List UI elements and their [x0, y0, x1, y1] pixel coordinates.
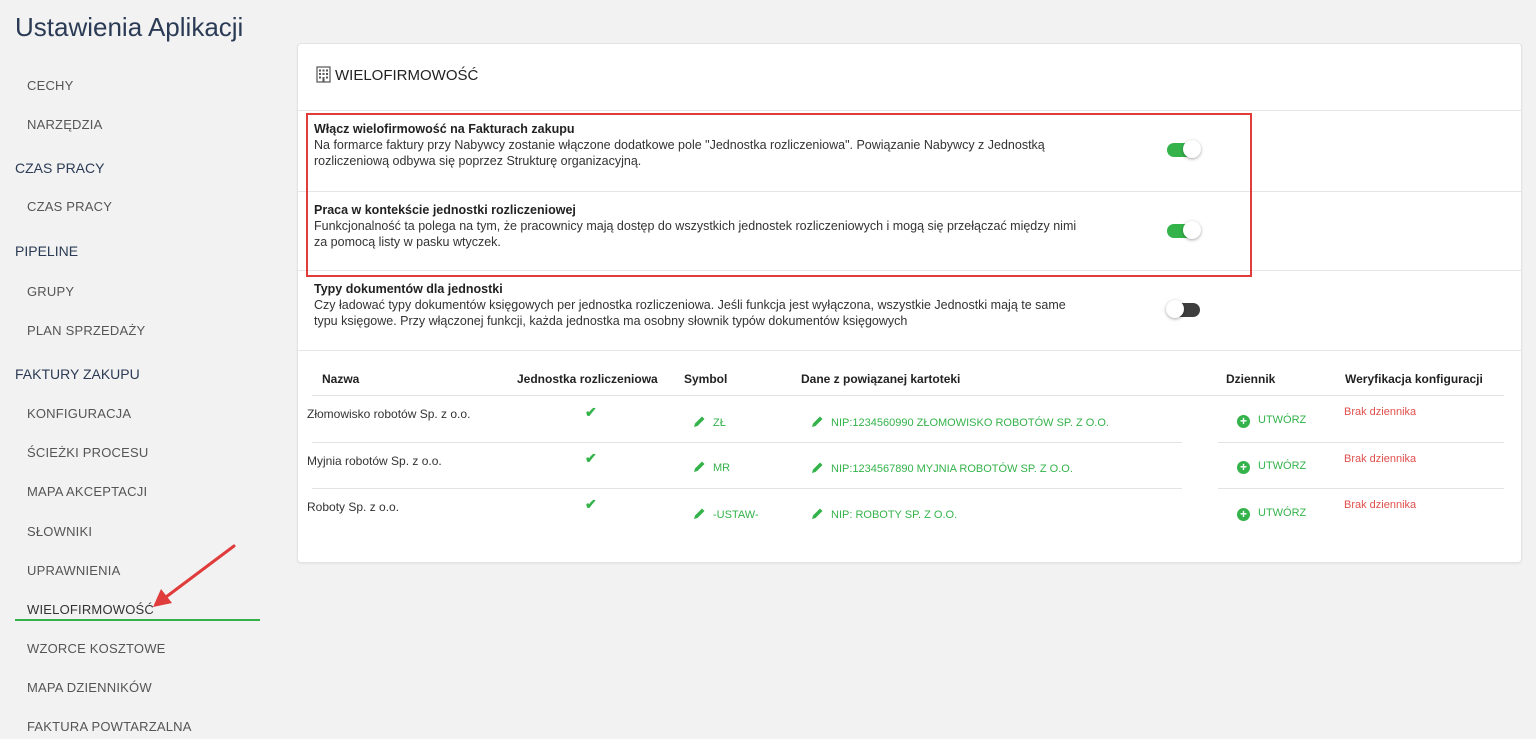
toggle-knob [1183, 221, 1201, 239]
setting-unit-context: Praca w kontekście jednostki rozliczenio… [298, 192, 1521, 271]
plus-circle-icon: + [1237, 508, 1250, 521]
setting-description: Na formarce faktury przy Nabywcy zostani… [314, 137, 1154, 169]
row-divider [312, 488, 1182, 489]
table-header-divider [312, 395, 1504, 396]
create-journal-label: UTWÓRZ [1258, 460, 1307, 472]
sidebar-item-mapa-akceptacji[interactable]: MAPA AKCEPTACJI [27, 484, 147, 499]
setting-title: Praca w kontekście jednostki rozliczenio… [314, 203, 576, 217]
verify-status: Brak dziennika [1344, 453, 1417, 465]
multi-company-card: WIELOFIRMOWOŚĆ Włącz wielofirmowość na F… [297, 43, 1522, 563]
create-journal-button[interactable]: + UTWÓRZ [1237, 414, 1306, 428]
column-header-data: Dane z powiązanej kartoteki [801, 372, 961, 386]
pencil-icon [694, 416, 705, 427]
setting-desc-line: za pomocą listy w pasku wtyczek. [314, 235, 501, 249]
symbol-value: MR [713, 462, 731, 474]
create-journal-label: UTWÓRZ [1258, 507, 1307, 519]
setting-description: Funkcjonalność ta polega na tym, że prac… [314, 218, 1154, 250]
column-header-symbol: Symbol [684, 372, 728, 386]
toggle-unit-context[interactable] [1167, 221, 1201, 239]
edit-symbol-link[interactable]: MR [693, 460, 730, 474]
pencil-icon [812, 462, 823, 473]
sidebar-item-slowniki[interactable]: SŁOWNIKI [27, 524, 92, 539]
sidebar-section-pipeline: PIPELINE [15, 243, 79, 259]
pencil-icon [812, 508, 823, 519]
sidebar-item-wzorce-kosztowe[interactable]: WZORCE KOSZTOWE [27, 641, 166, 656]
sidebar-item-uprawnienia[interactable]: UPRAWNIENIA [27, 563, 120, 578]
check-icon: ✔ [585, 450, 597, 466]
row-name: Roboty Sp. z o.o. [307, 500, 400, 514]
sidebar-section-faktury-zakupu: FAKTURY ZAKUPU [15, 366, 140, 382]
row-name: Myjnia robotów Sp. z o.o. [307, 454, 442, 468]
data-value: NIP:1234560990 ZŁOMOWISKO ROBOTÓW SP. Z … [831, 417, 1109, 429]
sidebar-item-czas-pracy[interactable]: CZAS PRACY [27, 199, 112, 214]
column-header-journal: Dziennik [1226, 372, 1276, 386]
edit-data-link[interactable]: NIP: ROBOTY SP. Z O.O. [811, 507, 957, 521]
data-value: NIP:1234567890 MYJNIA ROBOTÓW SP. Z O.O. [831, 463, 1073, 475]
sidebar-item-faktura-powtarzalna[interactable]: FAKTURA POWTARZALNA [27, 719, 192, 734]
create-journal-button[interactable]: + UTWÓRZ [1237, 507, 1306, 521]
card-header: WIELOFIRMOWOŚĆ [298, 44, 1521, 111]
sidebar-item-sciezki-procesu[interactable]: ŚCIEŻKI PROCESU [27, 445, 148, 460]
edit-symbol-link[interactable]: -USTAW- [693, 507, 759, 521]
setting-title: Włącz wielofirmowość na Fakturach zakupu [314, 122, 575, 136]
toggle-document-types[interactable] [1166, 300, 1200, 318]
plus-circle-icon: + [1237, 461, 1250, 474]
setting-enable-multicompany: Włącz wielofirmowość na Fakturach zakupu… [298, 111, 1521, 192]
sidebar-item-cechy[interactable]: CECHY [27, 78, 74, 93]
toggle-enable-multicompany[interactable] [1167, 140, 1201, 158]
sidebar-item-grupy[interactable]: GRUPY [27, 284, 74, 299]
symbol-value: -USTAW- [713, 509, 759, 521]
sidebar-section-czas-pracy: CZAS PRACY [15, 160, 105, 176]
row-divider [312, 442, 1182, 443]
sidebar-item-plan-sprzedazy[interactable]: PLAN SPRZEDAŻY [27, 323, 145, 338]
toggle-knob [1166, 300, 1184, 318]
active-item-underline [15, 619, 260, 621]
edit-data-link[interactable]: NIP:1234560990 ZŁOMOWISKO ROBOTÓW SP. Z … [811, 415, 1109, 429]
toggle-knob [1183, 140, 1201, 158]
edit-symbol-link[interactable]: ZŁ [693, 415, 726, 429]
pencil-icon [694, 461, 705, 472]
row-name: Złomowisko robotów Sp. z o.o. [307, 407, 471, 421]
pencil-icon [694, 508, 705, 519]
setting-desc-line: Czy ładować typy dokumentów księgowych p… [314, 298, 1066, 312]
verify-status: Brak dziennika [1344, 499, 1417, 511]
setting-desc-line: typu księgowe. Przy włączonej funkcji, k… [314, 314, 908, 328]
check-icon: ✔ [585, 496, 597, 512]
data-value: NIP: ROBOTY SP. Z O.O. [831, 509, 958, 521]
symbol-value: ZŁ [713, 417, 726, 429]
check-icon: ✔ [585, 404, 597, 420]
building-icon [316, 66, 331, 83]
sidebar-item-wielofirmowosc[interactable]: WIELOFIRMOWOŚĆ [27, 602, 154, 617]
setting-description: Czy ładować typy dokumentów księgowych p… [314, 297, 1154, 329]
column-header-verify: Weryfikacja konfiguracji [1345, 372, 1483, 386]
sidebar-item-mapa-dziennikow[interactable]: MAPA DZIENNIKÓW [27, 680, 152, 695]
sidebar-item-narzedzia[interactable]: NARZĘDZIA [27, 117, 102, 132]
create-journal-button[interactable]: + UTWÓRZ [1237, 460, 1306, 474]
edit-data-link[interactable]: NIP:1234567890 MYJNIA ROBOTÓW SP. Z O.O. [811, 461, 1073, 475]
setting-title: Typy dokumentów dla jednostki [314, 282, 503, 296]
setting-document-types: Typy dokumentów dla jednostki Czy ładowa… [298, 271, 1521, 351]
setting-desc-line: Funkcjonalność ta polega na tym, że prac… [314, 219, 1077, 233]
verify-status: Brak dziennika [1344, 406, 1417, 418]
setting-desc-line: Na formarce faktury przy Nabywcy zostani… [314, 138, 1045, 152]
setting-desc-line: rozliczeniową odbywa się poprzez Struktu… [314, 154, 642, 168]
settings-sidebar: CECHY NARZĘDZIA CZAS PRACY CZAS PRACY PI… [0, 0, 270, 739]
card-title: WIELOFIRMOWOŚĆ [335, 67, 479, 84]
create-journal-label: UTWÓRZ [1258, 414, 1307, 426]
pencil-icon [812, 416, 823, 427]
sidebar-item-konfiguracja[interactable]: KONFIGURACJA [27, 406, 131, 421]
column-header-unit: Jednostka rozliczeniowa [517, 372, 658, 386]
column-header-name: Nazwa [322, 372, 360, 386]
row-divider [1218, 488, 1504, 489]
row-divider [1218, 442, 1504, 443]
plus-circle-icon: + [1237, 415, 1250, 428]
